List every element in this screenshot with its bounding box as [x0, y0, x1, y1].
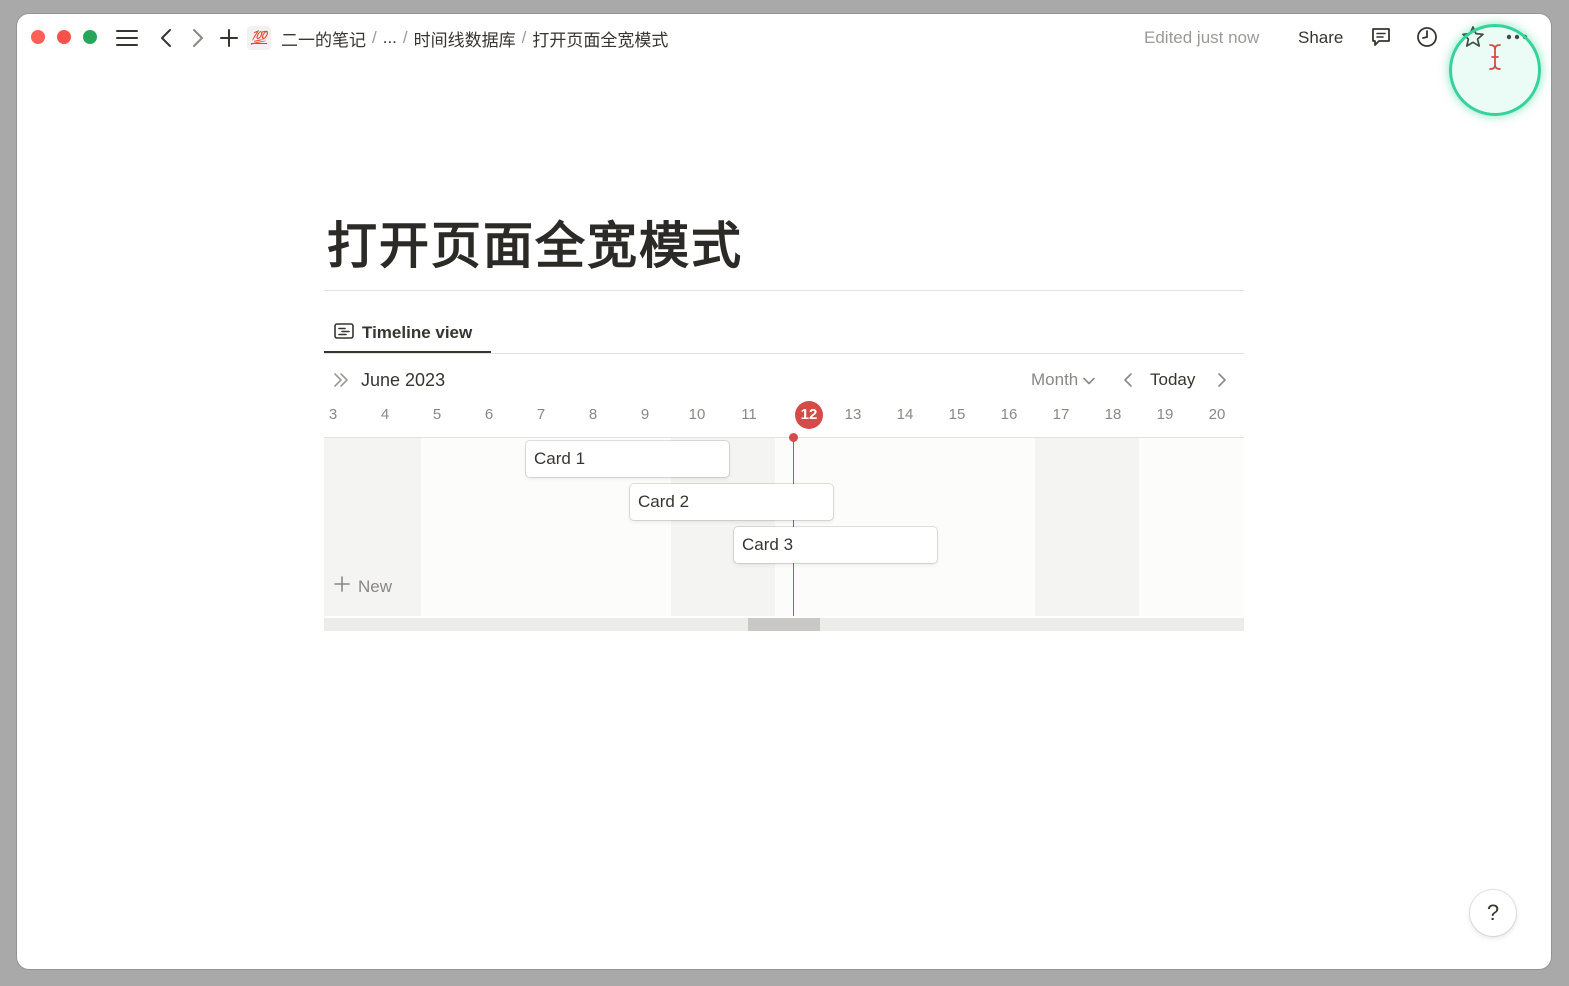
tab-divider [324, 353, 1244, 354]
new-page-plus-icon[interactable] [217, 26, 241, 50]
time-scale-value: Month [1031, 370, 1079, 389]
breadcrumb-item-timeline-db[interactable]: 时间线数据库 [414, 26, 516, 51]
day-label: 3 [328, 406, 338, 423]
top-bar: 💯 二一的笔记 / ... / 时间线数据库 / 打开页面全宽模式 Edited… [17, 14, 1551, 116]
day-label: 18 [1104, 406, 1122, 423]
minimize-window-button[interactable] [57, 30, 71, 44]
scrollbar-thumb[interactable] [748, 618, 820, 631]
day-label: 19 [1156, 406, 1174, 423]
comment-icon[interactable] [1369, 25, 1393, 49]
chevron-down-icon [1083, 369, 1096, 391]
day-label: 5 [432, 406, 442, 423]
previous-period-icon[interactable] [1119, 370, 1137, 390]
timeline-card[interactable]: Card 3 [734, 527, 937, 563]
day-label: 11 [741, 406, 757, 423]
app-window: 💯 二一的笔记 / ... / 时间线数据库 / 打开页面全宽模式 Edited… [17, 14, 1551, 969]
day-label: 9 [640, 406, 650, 423]
back-arrow-icon[interactable] [155, 26, 177, 50]
today-button[interactable]: Today [1150, 369, 1195, 391]
history-clock-icon[interactable] [1415, 25, 1439, 49]
breadcrumb: 二一的笔记 / ... / 时间线数据库 / 打开页面全宽模式 [281, 26, 668, 50]
new-item-label: New [358, 576, 393, 596]
edited-status: Edited just now [1144, 28, 1260, 47]
day-label: 4 [380, 406, 390, 423]
today-day-marker: 12 [795, 401, 823, 429]
day-label: 16 [1000, 406, 1018, 423]
share-button[interactable]: Share [1298, 26, 1343, 50]
day-header-row: 3 4 5 6 7 8 9 10 11 12 13 14 15 16 17 18 19 20 [324, 399, 1244, 429]
timeline-board: 3 4 5 6 7 8 9 10 11 12 13 14 15 16 17 18 19 20 New Card 1… [324, 399, 1244, 631]
month-label: June 2023 [361, 370, 446, 390]
page-title[interactable]: 打开页面全宽模式 [327, 206, 743, 278]
double-chevron-right-icon[interactable] [331, 370, 351, 390]
plus-icon [334, 576, 350, 597]
day-label: 7 [536, 406, 546, 423]
forward-arrow-icon[interactable] [187, 26, 209, 50]
zoom-window-button[interactable] [83, 30, 97, 44]
time-scale-select[interactable]: Month [1031, 369, 1096, 391]
breadcrumb-separator: / [402, 28, 408, 47]
day-label: 10 [688, 406, 706, 423]
breadcrumb-item-ellipsis[interactable]: ... [383, 28, 397, 48]
view-tab-label: Timeline view [362, 323, 473, 342]
day-label: 15 [948, 406, 966, 423]
sidebar-menu-icon[interactable] [115, 26, 139, 50]
help-button[interactable]: ? [1470, 890, 1516, 936]
today-line-dot [789, 433, 798, 442]
breadcrumb-item-notes[interactable]: 二一的笔记 [281, 26, 366, 51]
breadcrumb-separator: / [372, 28, 377, 47]
timeline-grid: New Card 1 Card 2 Card 3 [324, 433, 1244, 616]
breadcrumb-separator: / [521, 28, 527, 47]
weekend-column [1035, 438, 1139, 616]
workspace-emoji-icon[interactable]: 💯 [247, 26, 271, 50]
timeline-card[interactable]: Card 2 [630, 484, 833, 520]
breadcrumb-item-current-page[interactable]: 打开页面全宽模式 [532, 26, 668, 51]
new-item-button[interactable]: New [334, 576, 392, 597]
day-label: 14 [896, 406, 914, 423]
text-cursor-icon [1487, 42, 1503, 72]
day-label: 20 [1208, 406, 1226, 423]
timeline-card[interactable]: Card 1 [526, 441, 729, 477]
close-window-button[interactable] [31, 30, 45, 44]
next-period-icon[interactable] [1213, 370, 1231, 390]
day-label: 8 [588, 406, 598, 423]
title-divider [324, 290, 1244, 291]
timeline-view-icon [334, 322, 354, 345]
tab-timeline-view[interactable]: Timeline view [324, 314, 490, 352]
day-label: 17 [1052, 406, 1070, 423]
horizontal-scrollbar[interactable] [324, 618, 1244, 631]
day-label: 13 [844, 406, 862, 423]
day-label: 6 [484, 406, 494, 423]
